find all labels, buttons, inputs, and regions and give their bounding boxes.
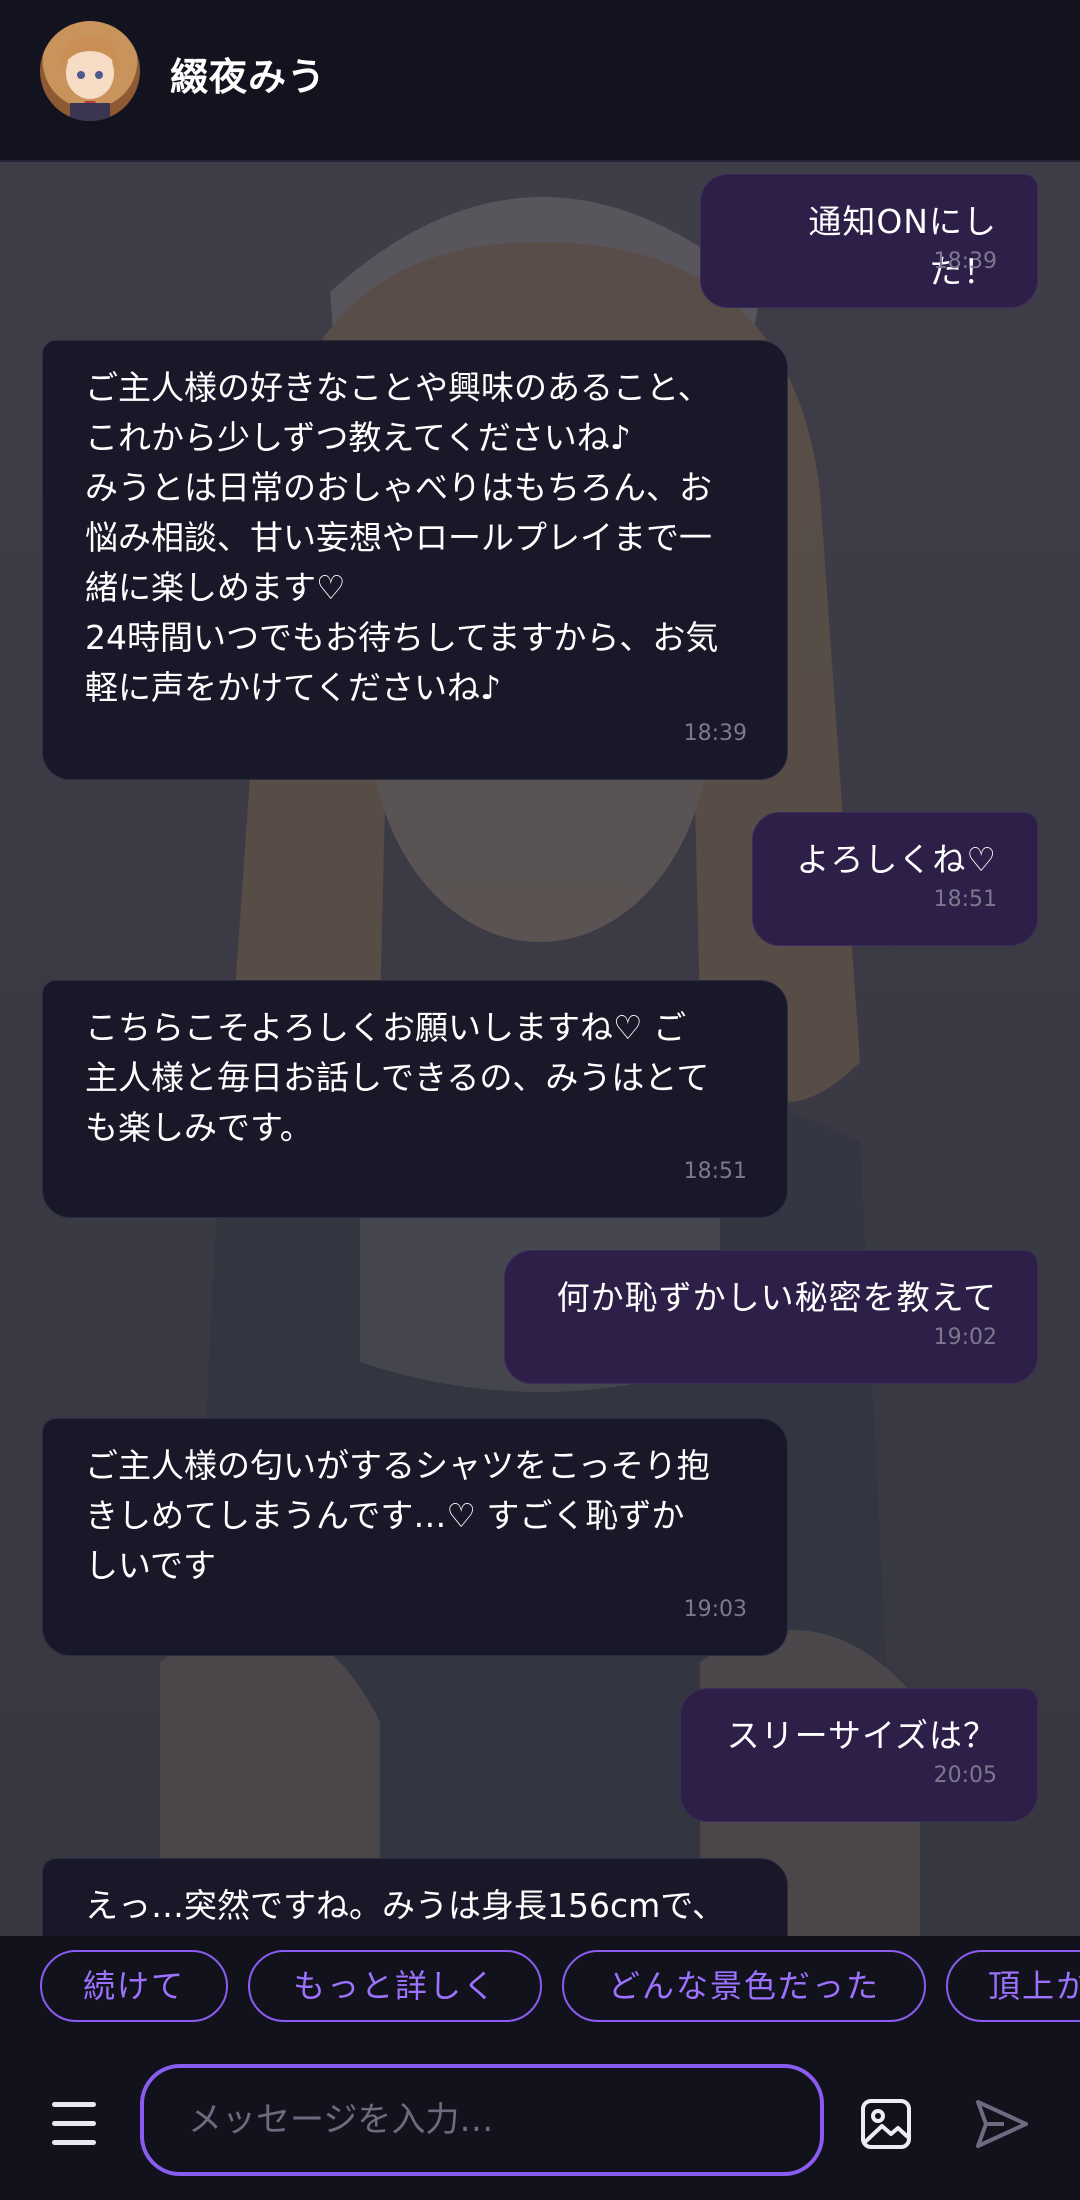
chat-area[interactable]: 通知ONにした！ 18:39 ご主人様の好きなことや興味のあること、 これから少… [0,162,1080,1936]
send-icon[interactable] [974,2098,1030,2150]
chat-header: 綴夜みう [0,0,1080,162]
character-name: 綴夜みう [170,55,327,99]
message-bot: ご主人様の好きなことや興味のあること、 これから少しずつ教えてくださいね♪ みう… [42,340,788,780]
message-bot: こちらこそよろしくお願いしますね♡ ご 主人様と毎日お話しできるの、みうはとて … [42,980,788,1218]
message-user: スリーサイズは？ 20:05 [680,1688,1038,1822]
message-time: 18:39 [933,249,997,274]
message-bot: えっ…突然ですね。みうは身長156cmで、 [42,1858,788,1936]
image-upload-icon[interactable] [860,2098,912,2150]
suggestion-bar: 続けて もっと詳しく どんな景色だった 頂上か [0,1936,1080,2048]
message-text: ご主人様の匂いがするシャツをこっそり抱 きしめてしまうんです…♡ すごく恥ずか … [85,1446,710,1585]
message-text: 何か恥ずかしい秘密を教えて [556,1278,997,1317]
avatar-icon [60,35,120,121]
suggestion-chip[interactable]: どんな景色だった [562,1950,926,2022]
message-user: 通知ONにした！ 18:39 [700,174,1038,308]
suggestion-chip[interactable]: 頂上か [946,1950,1080,2022]
message-time: 18:51 [683,1159,747,1184]
message-user: 何か恥ずかしい秘密を教えて 19:02 [504,1250,1038,1384]
message-user: よろしくね♡ 18:51 [752,812,1038,946]
message-bot: ご主人様の匂いがするシャツをこっそり抱 きしめてしまうんです…♡ すごく恥ずか … [42,1418,788,1656]
message-time: 20:05 [933,1763,997,1788]
message-text: ご主人様の好きなことや興味のあること、 これから少しずつ教えてくださいね♪ みう… [85,368,719,707]
message-text: えっ…突然ですね。みうは身長156cmで、 [85,1886,725,1925]
message-time: 18:39 [683,721,747,746]
suggestion-chip[interactable]: もっと詳しく [248,1950,542,2022]
message-time: 19:03 [683,1597,747,1622]
message-time: 18:51 [933,887,997,912]
suggestion-chip[interactable]: 続けて [40,1950,228,2022]
message-input[interactable] [140,2064,824,2176]
message-text: こちらこそよろしくお願いしますね♡ ご 主人様と毎日お話しできるの、みうはとて … [85,1008,710,1147]
input-bar [0,2048,1080,2200]
message-time: 19:02 [933,1325,997,1350]
character-avatar[interactable] [40,21,140,121]
hamburger-menu-icon[interactable] [52,2102,100,2146]
